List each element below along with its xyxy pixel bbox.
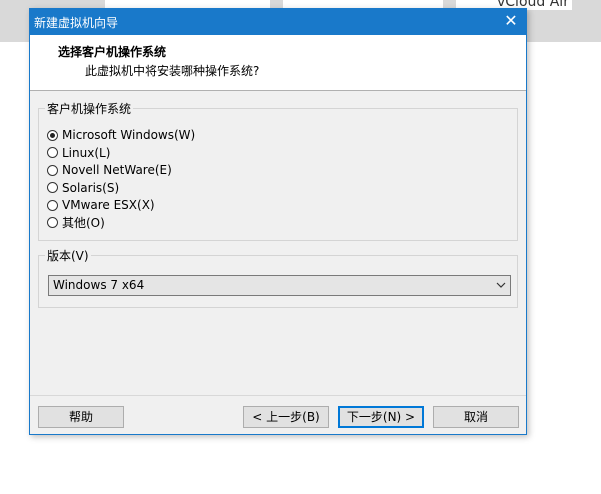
radio-label: 其他(O) [62,216,105,230]
radio-label: Novell NetWare(E) [62,163,172,177]
version-select[interactable]: Windows 7 x64 [48,275,511,296]
title-bar[interactable]: 新建虚拟机向导 ✕ [30,9,526,35]
next-button[interactable]: 下一步(N) > [338,406,424,428]
close-icon[interactable]: ✕ [502,12,520,30]
help-button[interactable]: 帮助 [38,406,124,428]
window-title: 新建虚拟机向导 [34,16,119,30]
page-title: 选择客户机操作系统 [58,45,167,59]
radio-label: VMware ESX(X) [62,198,155,212]
radio-label: Linux(L) [62,145,111,160]
radio-vmware-esx[interactable]: VMware ESX(X) [47,197,155,213]
new-vm-wizard-dialog: 新建虚拟机向导 ✕ 选择客户机操作系统 此虚拟机中将安装哪种操作系统? 客户机操… [29,8,527,435]
page-subtitle: 此虚拟机中将安装哪种操作系统? [85,64,260,78]
back-button[interactable]: < 上一步(B) [243,406,329,428]
chevron-down-icon[interactable] [492,276,510,295]
radio-button[interactable] [47,199,58,211]
radio-other[interactable]: 其他(O) [47,215,105,231]
version-group: 版本(V) Windows 7 x64 [38,247,518,308]
radio-microsoft-windows[interactable]: Microsoft Windows(W) [47,127,195,143]
version-selected-value: Windows 7 x64 [53,278,145,292]
radio-linux[interactable]: Linux(L) [47,145,110,161]
guest-os-legend: 客户机操作系统 [45,100,134,117]
wizard-header: 选择客户机操作系统 此虚拟机中将安装哪种操作系统? [30,35,526,91]
footer-divider [30,395,526,396]
version-legend: 版本(V) [45,247,91,264]
radio-button-selected[interactable] [47,129,58,141]
radio-button[interactable] [47,147,58,158]
radio-button[interactable] [47,217,58,228]
radio-novell-netware[interactable]: Novell NetWare(E) [47,162,172,178]
radio-label: Solaris(S) [62,180,120,195]
guest-os-group: 客户机操作系统 Microsoft Windows(W) Linux(L) No… [38,100,518,241]
cancel-button[interactable]: 取消 [433,406,519,428]
radio-label: Microsoft Windows(W) [62,128,196,142]
radio-solaris[interactable]: Solaris(S) [47,180,119,196]
radio-button[interactable] [47,164,58,176]
radio-button[interactable] [47,182,58,193]
